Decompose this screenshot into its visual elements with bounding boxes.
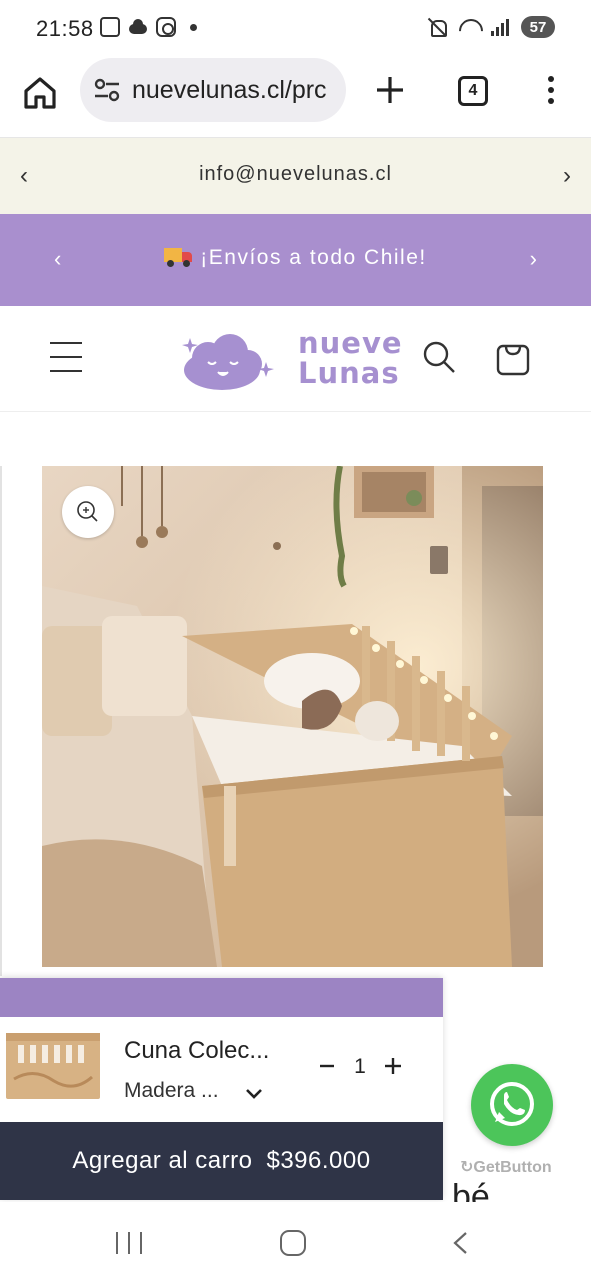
home-nav-button[interactable]: [280, 1230, 306, 1256]
whatsapp-button[interactable]: [471, 1064, 553, 1146]
home-button[interactable]: [22, 75, 58, 111]
search-icon: [423, 341, 455, 373]
crib-photo: [42, 466, 543, 967]
notification-icons: [100, 17, 197, 37]
instagram-icon: [156, 17, 176, 37]
product-title-partial: bé: [452, 1178, 490, 1202]
gallery-edge: [0, 466, 2, 976]
shipping-message: ¡Envíos a todo Chile!: [0, 246, 591, 270]
battery-indicator: 57: [521, 16, 555, 38]
zoom-in-icon: [77, 501, 98, 522]
cart-button[interactable]: [495, 340, 531, 376]
quantity-increase-button[interactable]: [380, 1053, 406, 1079]
info-announcement-bar: ‹ info@nuevelunas.cl ›: [0, 138, 591, 214]
cloud-logo-icon: [182, 334, 274, 390]
quantity-decrease-button[interactable]: [314, 1053, 340, 1079]
menu-hamburger-button[interactable]: [50, 342, 82, 372]
status-bar: 21:58 57: [0, 0, 591, 58]
recent-apps-button[interactable]: [116, 1232, 142, 1254]
plus-icon: [377, 77, 403, 103]
product-thumbnail: [4, 1027, 102, 1103]
chevron-down-icon[interactable]: [244, 1083, 264, 1103]
browser-menu-button[interactable]: [540, 72, 562, 108]
site-settings-icon[interactable]: [92, 75, 122, 105]
store-logo[interactable]: nueve Lunas: [178, 324, 402, 396]
screenshot-icon: [100, 17, 120, 37]
browser-toolbar: nuevelunas.cl/prc 4: [0, 58, 591, 138]
dot-icon: [548, 87, 554, 93]
system-icons: 57: [427, 16, 555, 38]
logo-text: nueve Lunas: [298, 326, 403, 390]
getbutton-icon: ↻: [460, 1159, 474, 1176]
sticky-product-row: Cuna Colec... Madera ... 1: [0, 1017, 443, 1122]
back-icon: [453, 1232, 467, 1254]
tab-switcher-button[interactable]: 4: [458, 76, 488, 106]
dot-icon: [548, 98, 554, 104]
shipping-announcement-bar: ‹ ¡Envíos a todo Chile! ›: [0, 214, 591, 306]
plus-icon: [385, 1058, 401, 1074]
system-navigation-bar: [0, 1202, 591, 1280]
minus-icon: [320, 1064, 334, 1068]
getbutton-badge[interactable]: ↻GetButton: [460, 1157, 552, 1177]
url-text: nuevelunas.cl/prc: [132, 75, 327, 104]
product-image[interactable]: [42, 466, 543, 967]
bag-icon: [496, 344, 530, 376]
new-tab-button[interactable]: [372, 72, 408, 108]
sticky-product-name: Cuna Colec...: [124, 1037, 270, 1064]
sticky-accent-bar: [0, 978, 443, 1017]
home-icon: [24, 77, 56, 109]
dot-icon: [548, 76, 554, 82]
quantity-value[interactable]: 1: [350, 1055, 370, 1079]
next-shipping-arrow[interactable]: ›: [530, 246, 537, 272]
info-email[interactable]: info@nuevelunas.cl: [0, 163, 591, 186]
add-to-cart-price: $396.000: [266, 1147, 371, 1174]
more-notifications-icon: [190, 23, 197, 31]
whatsapp-icon: [490, 1082, 534, 1126]
site-header: nueve Lunas: [0, 306, 591, 412]
variant-select[interactable]: Madera ...: [124, 1079, 219, 1103]
next-announcement-arrow[interactable]: ›: [563, 162, 571, 190]
back-button[interactable]: [448, 1230, 474, 1256]
sticky-add-to-cart: Cuna Colec... Madera ... 1 Agregar al ca…: [0, 978, 443, 1200]
status-time: 21:58: [36, 16, 94, 41]
signal-icon: [491, 18, 511, 36]
zoom-button[interactable]: [62, 486, 114, 538]
shipping-text: ¡Envíos a todo Chile!: [200, 246, 427, 269]
truck-icon: [164, 246, 193, 267]
search-button[interactable]: [422, 340, 456, 374]
add-to-cart-button[interactable]: Agregar al carro $396.000: [0, 1122, 443, 1200]
wifi-icon: [457, 17, 481, 37]
mute-icon: [427, 17, 447, 37]
address-bar[interactable]: nuevelunas.cl/prc: [80, 58, 346, 122]
cloud-icon: [128, 17, 148, 37]
add-to-cart-label: Agregar al carro: [72, 1147, 253, 1174]
